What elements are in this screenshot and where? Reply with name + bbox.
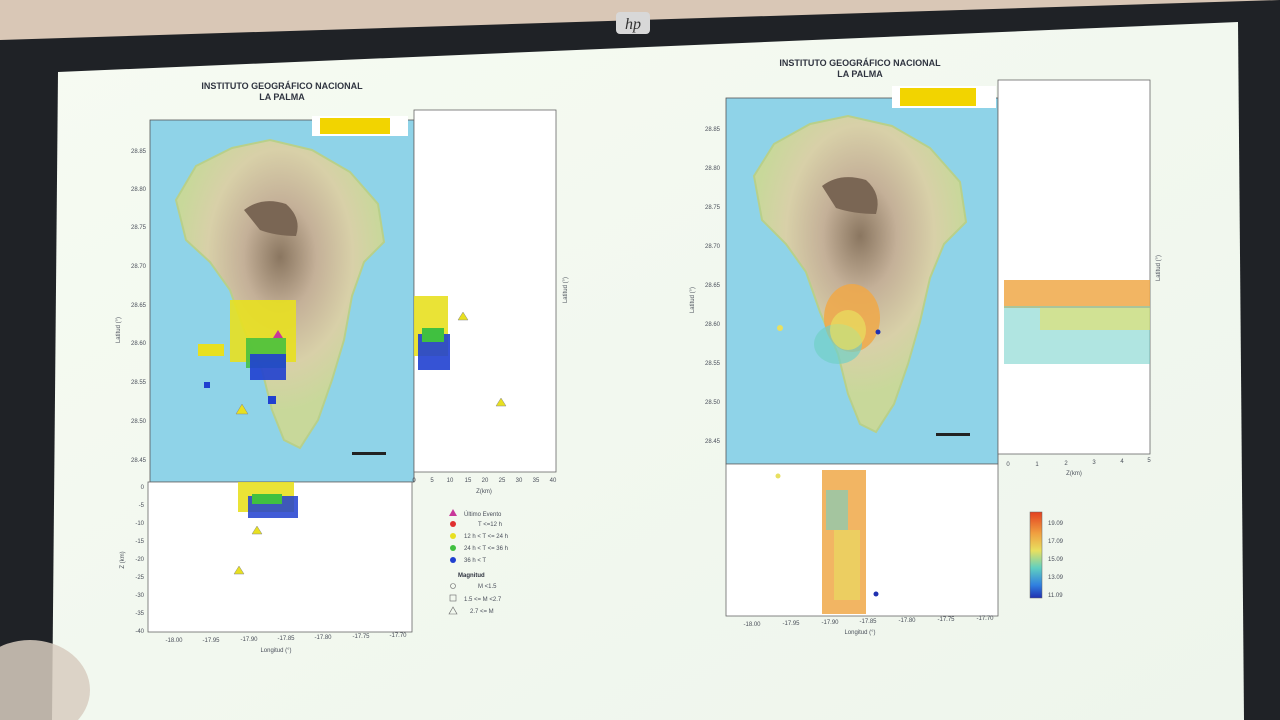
legend-time-marker <box>450 521 456 527</box>
left-lat-tick: 28.80 <box>131 187 147 193</box>
left-lat-axis-label: Latitud (°) <box>116 317 122 343</box>
right-lat-axis-label-right: Latitud (°) <box>1156 255 1162 281</box>
colorbar-tick: 19.09 <box>1048 521 1064 527</box>
left-lon-tick: -17.95 <box>202 638 220 644</box>
left-z-tick: 10 <box>447 478 454 484</box>
colorbar-tick: 11.09 <box>1048 593 1063 599</box>
colorbar-tick: 17.09 <box>1048 539 1064 545</box>
legend-time-marker <box>450 557 456 563</box>
left-title-line1: INSTITUTO GEOGRÁFICO NACIONAL <box>201 81 363 91</box>
left-z-axis-label: Z(km) <box>476 489 492 495</box>
left-lat-tick: 28.45 <box>131 458 147 464</box>
right-lon-tick: -17.95 <box>782 621 800 627</box>
right-lat-tick: 28.50 <box>705 400 721 406</box>
legend-time-marker <box>450 545 456 551</box>
left-z-tick: 20 <box>482 478 489 484</box>
left-depth-tick: -10 <box>135 521 144 527</box>
left-depth-tick: -40 <box>135 629 144 635</box>
left-lat-tick: 28.60 <box>131 341 147 347</box>
left-z-tick: 15 <box>465 478 472 484</box>
legend-time-item: Último Evento <box>464 511 502 518</box>
left-z-tick: 25 <box>499 478 506 484</box>
left-depth-tick: -25 <box>135 575 144 581</box>
legend-mag-item: 2.7 <= M <box>470 609 494 615</box>
left-lat-tick: 28.65 <box>131 303 147 309</box>
right-ministry-logo-icon <box>900 88 976 106</box>
left-z-tick: 35 <box>533 478 540 484</box>
right-lon-tick: -17.70 <box>976 616 994 622</box>
left-depth-tick: -30 <box>135 593 144 599</box>
left-z-tick: 40 <box>550 478 557 484</box>
left-lon-tick: -17.70 <box>389 633 407 639</box>
right-lat-tick: 28.70 <box>705 244 721 250</box>
right-z-axis-label: Z(km) <box>1066 471 1082 477</box>
right-lon-tick: -18.00 <box>743 622 761 628</box>
legend-mag-item: 1.5 <= M <2.7 <box>464 597 502 603</box>
right-lon-tick: -17.75 <box>937 617 955 623</box>
right-lat-axis-label: Latitud (°) <box>690 287 696 313</box>
left-depth-tick: -15 <box>135 539 144 545</box>
left-depth-tick: -20 <box>135 557 144 563</box>
right-lat-tick: 28.65 <box>705 283 721 289</box>
right-lat-tick: 28.80 <box>705 166 721 172</box>
right-lon-axis-label: Longitud (°) <box>844 630 875 636</box>
right-lon-tick: -17.80 <box>898 618 916 624</box>
left-lon-tick: -17.90 <box>240 637 258 643</box>
right-title-line2: LA PALMA <box>837 69 883 79</box>
right-lat-tick: 28.75 <box>705 205 721 211</box>
right-lat-tick: 28.60 <box>705 322 721 328</box>
legend-mag-title: Magnitud <box>458 573 485 579</box>
right-lon-tick: -17.90 <box>821 620 839 626</box>
svg-text:hp: hp <box>625 16 641 33</box>
left-lon-tick: -17.80 <box>314 635 332 641</box>
left-depth-axis-label: Z (km) <box>120 551 126 568</box>
right-lat-depth-cluster <box>1004 280 1150 364</box>
right-lat-tick: 28.45 <box>705 439 721 445</box>
legend-mag-item: M <1.5 <box>478 584 497 590</box>
left-depth-tick: -5 <box>139 503 145 509</box>
right-title-line1: INSTITUTO GEOGRÁFICO NACIONAL <box>779 58 941 68</box>
left-depth-tick: -35 <box>135 611 144 617</box>
legend-time-item: 36 h < T <box>464 558 486 564</box>
left-lat-axis-label-right: Latitud (°) <box>563 277 569 303</box>
colorbar-tick: 15.09 <box>1048 557 1064 563</box>
left-z-tick: 30 <box>516 478 523 484</box>
right-lat-tick: 28.85 <box>705 127 721 133</box>
legend-time-item: 24 h < T <= 36 h <box>464 546 508 552</box>
left-lat-tick: 28.50 <box>131 419 147 425</box>
photo-scene: hp INSTITUTO GEOGRÁFICO NACIONAL LA PALM… <box>0 0 1280 720</box>
left-ministry-logo-icon <box>320 118 390 134</box>
left-lon-tick: -17.85 <box>277 636 295 642</box>
legend-time-item: T <=12 h <box>478 522 502 528</box>
left-lat-tick: 28.70 <box>131 264 147 270</box>
left-lon-tick: -18.00 <box>165 638 183 644</box>
right-lon-tick: -17.85 <box>859 619 877 625</box>
left-lon-axis-label: Longitud (°) <box>260 648 291 654</box>
left-lat-tick: 28.75 <box>131 225 147 231</box>
legend-time-item: 12 h < T <= 24 h <box>464 534 508 540</box>
left-lat-tick: 28.85 <box>131 149 147 155</box>
right-lat-depth-plot <box>997 79 1151 455</box>
colorbar-tick: 13.09 <box>1048 575 1064 581</box>
right-colorbar <box>1029 511 1043 599</box>
left-lat-depth-plot <box>413 109 557 473</box>
left-title-line2: LA PALMA <box>259 92 305 102</box>
legend-time-marker <box>450 533 456 539</box>
right-lat-tick: 28.55 <box>705 361 721 367</box>
hp-logo-icon: hp <box>616 12 650 34</box>
left-scale-bar <box>352 452 386 455</box>
left-lon-tick: -17.75 <box>352 634 370 640</box>
right-scale-bar <box>936 433 970 436</box>
left-lat-tick: 28.55 <box>131 380 147 386</box>
